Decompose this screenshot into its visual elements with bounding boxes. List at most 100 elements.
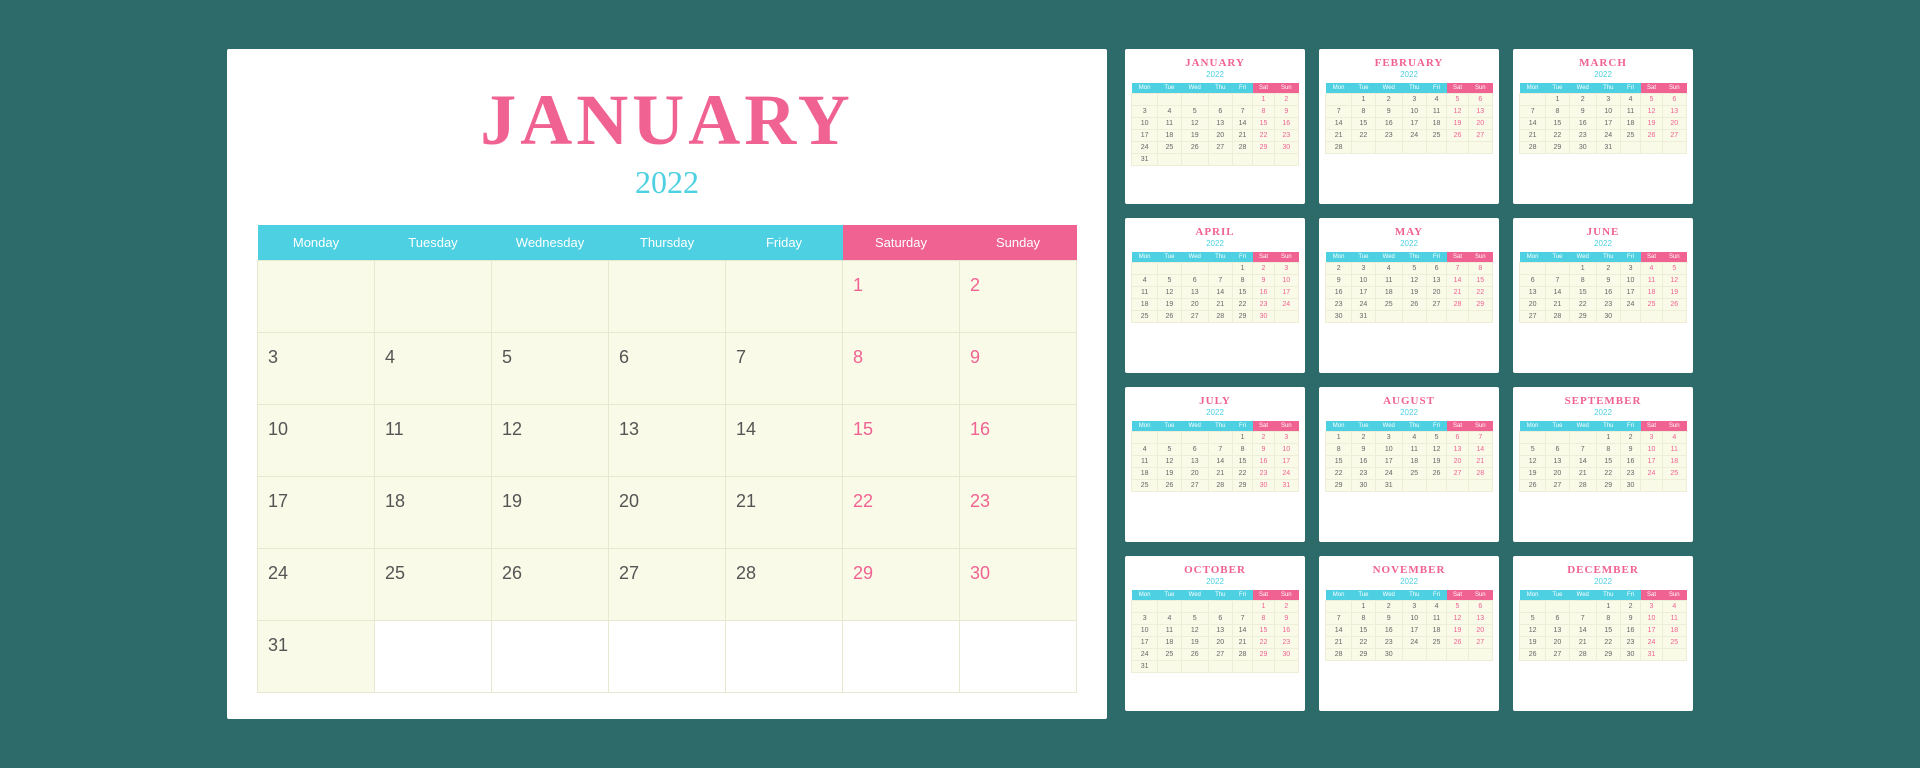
small-cal-cell: 28 xyxy=(1447,299,1468,311)
small-cal-cell: 18 xyxy=(1662,625,1686,637)
small-cal-cell: 13 xyxy=(1181,456,1208,468)
small-cal-cell: 13 xyxy=(1520,287,1546,299)
small-cal-cell: 24 xyxy=(1274,299,1298,311)
small-col-header: Mon xyxy=(1132,83,1158,94)
small-cal-cell xyxy=(1468,480,1492,492)
small-cal-cell xyxy=(1569,432,1596,444)
small-cal-cell xyxy=(1232,661,1253,673)
small-cal-cell: 16 xyxy=(1352,456,1375,468)
cal-cell: 19 xyxy=(492,477,609,549)
small-cal-cell: 21 xyxy=(1326,130,1352,142)
small-col-header: Tue xyxy=(1158,252,1181,263)
small-cal-cell: 4 xyxy=(1402,432,1426,444)
small-cal-cell: 18 xyxy=(1158,637,1181,649)
cal-cell: 7 xyxy=(726,333,843,405)
small-cal-cell: 9 xyxy=(1253,444,1274,456)
small-cal-cell: 30 xyxy=(1352,480,1375,492)
small-col-header: Wed xyxy=(1181,590,1208,601)
small-cal-cell: 15 xyxy=(1232,287,1253,299)
small-cal-cell xyxy=(1181,601,1208,613)
small-cal-cell: 29 xyxy=(1253,142,1274,154)
small-cal-cell: 1 xyxy=(1596,601,1620,613)
small-cal-cell: 1 xyxy=(1253,601,1274,613)
small-cal-cell: 25 xyxy=(1158,649,1181,661)
col-sunday: Sunday xyxy=(960,225,1077,261)
small-cal-cell: 3 xyxy=(1402,601,1426,613)
small-cal-cell: 7 xyxy=(1232,106,1253,118)
small-cal-cell xyxy=(1520,432,1546,444)
cal-cell xyxy=(726,261,843,333)
small-year-title: 2022 xyxy=(1325,70,1493,79)
cal-cell: 1 xyxy=(843,261,960,333)
small-col-header: Sun xyxy=(1662,83,1686,94)
small-cal-cell: 3 xyxy=(1274,432,1298,444)
small-cal-cell xyxy=(1468,649,1492,661)
small-col-header: Mon xyxy=(1520,252,1546,263)
cal-cell: 12 xyxy=(492,405,609,477)
small-cal-cell: 26 xyxy=(1520,649,1546,661)
small-col-header: Sat xyxy=(1641,421,1662,432)
small-cal-cell xyxy=(1158,661,1181,673)
small-cal-cell: 20 xyxy=(1546,637,1569,649)
small-cal-cell: 11 xyxy=(1426,106,1447,118)
small-cal-cell xyxy=(1662,311,1686,323)
small-cal-cell: 23 xyxy=(1620,468,1641,480)
small-cal-cell: 9 xyxy=(1352,444,1375,456)
small-cal-cell: 20 xyxy=(1208,637,1232,649)
small-cal-cell: 8 xyxy=(1253,613,1274,625)
small-cal-cell: 20 xyxy=(1468,625,1492,637)
small-cal-cell: 1 xyxy=(1352,601,1375,613)
small-month-title: MAY xyxy=(1325,226,1493,238)
small-cal-cell: 14 xyxy=(1546,287,1569,299)
small-col-header: Sat xyxy=(1641,252,1662,263)
small-cal-cell xyxy=(1208,154,1232,166)
small-cal-cell: 6 xyxy=(1181,275,1208,287)
small-calendar: MARCH2022MonTueWedThuFriSatSun1234567891… xyxy=(1513,49,1693,204)
small-cal-cell: 26 xyxy=(1447,637,1468,649)
small-cal-cell: 28 xyxy=(1208,311,1232,323)
small-cal-cell: 20 xyxy=(1426,287,1447,299)
small-cal-cell: 5 xyxy=(1662,263,1686,275)
cal-cell: 31 xyxy=(258,621,375,693)
small-cal-cell: 4 xyxy=(1662,432,1686,444)
cal-cell xyxy=(609,621,726,693)
small-col-header: Fri xyxy=(1426,421,1447,432)
small-cal-cell: 30 xyxy=(1274,649,1298,661)
small-cal-cell: 18 xyxy=(1375,287,1402,299)
small-cal-cell: 18 xyxy=(1641,287,1662,299)
small-col-header: Fri xyxy=(1426,252,1447,263)
small-year-title: 2022 xyxy=(1131,239,1299,248)
small-cal-cell: 3 xyxy=(1375,432,1402,444)
small-cal-cell: 18 xyxy=(1662,456,1686,468)
small-cal-cell: 12 xyxy=(1520,456,1546,468)
small-col-header: Sun xyxy=(1468,252,1492,263)
small-cal-cell: 8 xyxy=(1596,444,1620,456)
small-cal-cell xyxy=(1662,142,1686,154)
small-cal-cell: 10 xyxy=(1641,613,1662,625)
small-cal-cell xyxy=(1326,94,1352,106)
small-col-header: Sun xyxy=(1274,421,1298,432)
small-cal-cell: 12 xyxy=(1447,613,1468,625)
cal-cell xyxy=(375,261,492,333)
small-col-header: Tue xyxy=(1352,590,1375,601)
small-cal-cell: 31 xyxy=(1352,311,1375,323)
small-col-header: Sun xyxy=(1662,252,1686,263)
small-cal-cell: 24 xyxy=(1620,299,1641,311)
small-cal-cell xyxy=(1158,432,1181,444)
small-cal-cell: 14 xyxy=(1447,275,1468,287)
small-cal-cell: 1 xyxy=(1546,94,1569,106)
large-month-title: JANUARY xyxy=(257,79,1077,162)
small-cal-cell: 7 xyxy=(1447,263,1468,275)
small-cal-cell: 29 xyxy=(1596,480,1620,492)
small-cal-cell: 17 xyxy=(1132,637,1158,649)
small-cal-cell: 10 xyxy=(1402,613,1426,625)
small-cal-cell: 11 xyxy=(1426,613,1447,625)
small-cal-cell: 8 xyxy=(1232,444,1253,456)
small-cal-cell: 17 xyxy=(1402,118,1426,130)
small-col-header: Tue xyxy=(1158,590,1181,601)
small-cal-cell: 25 xyxy=(1375,299,1402,311)
small-cal-cell: 26 xyxy=(1641,130,1662,142)
small-cal-cell: 16 xyxy=(1253,456,1274,468)
small-cal-cell: 24 xyxy=(1641,468,1662,480)
small-cal-cell xyxy=(1208,432,1232,444)
